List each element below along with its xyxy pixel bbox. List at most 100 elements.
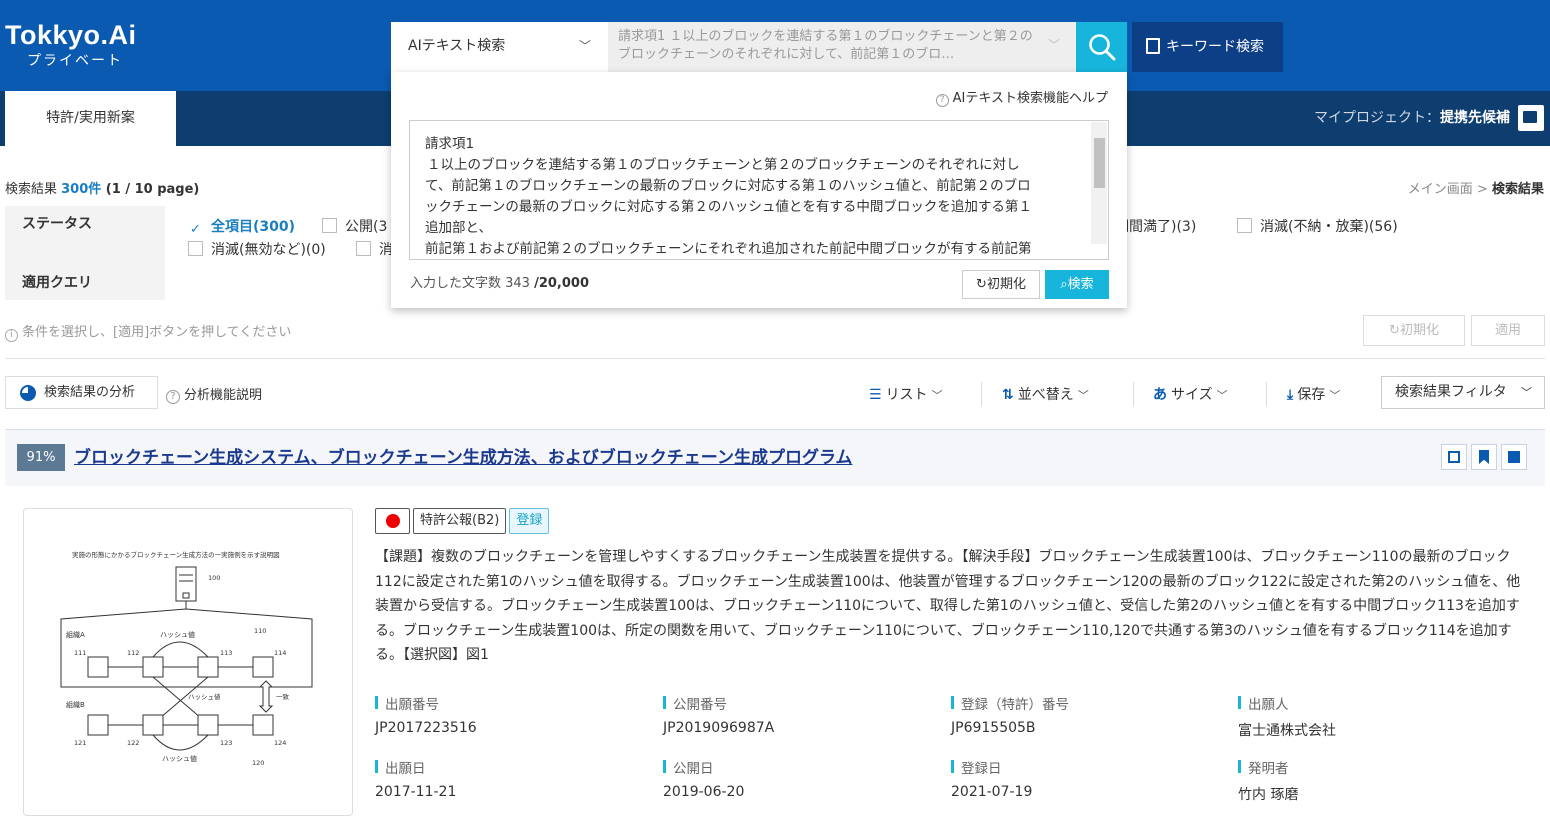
sort-icon: ⇅ — [1002, 387, 1014, 403]
list-view-dropdown[interactable]: ☰ リスト ﹀ — [869, 384, 943, 404]
checkbox-icon — [322, 218, 337, 233]
status-option-other[interactable]: 消 — [356, 239, 393, 259]
search-icon — [1089, 34, 1116, 61]
checkbox-icon — [188, 241, 203, 256]
meta-label: 発明者 — [1238, 757, 1298, 777]
result-label: 検索結果 — [5, 182, 62, 197]
result-filter-dropdown[interactable]: 検索結果フィルタ ﹀ — [1381, 376, 1545, 409]
patent-figure-thumbnail[interactable]: 実施の形態にかかるブロックチェーン生成方法の一実施例を示す説明図 100 組織A… — [23, 508, 353, 816]
status-filter-label: ステータス — [5, 206, 165, 266]
textarea-line: 追加部と、 — [425, 220, 492, 236]
pie-chart-icon — [20, 385, 36, 401]
chevron-down-icon: ﹀ — [1216, 389, 1228, 402]
meta-registration-date: 登録日 2021-07-19 — [951, 757, 1032, 800]
meta-value: JP6915505B — [951, 720, 1036, 736]
search-box: AIテキスト検索 ﹀ 請求項1 １以上のブロックを連結する第１のブロックチェーン… — [391, 22, 1127, 72]
chevron-down-icon: ﹀ — [578, 39, 591, 53]
ai-text-search-popup: ? AIテキスト検索機能ヘルプ 請求項1 １以上のブロックを連結する第１のブロック… — [391, 72, 1127, 308]
meta-label: 出願日 — [375, 757, 456, 777]
folder-icon[interactable] — [1518, 105, 1544, 131]
hash-bottom-label: ハッシュ値 — [162, 754, 197, 763]
memo-icon[interactable] — [1501, 444, 1527, 470]
filter-apply-button[interactable]: 適用 — [1471, 315, 1545, 346]
query-filter-label: 適用クエリ — [5, 266, 165, 300]
label-100: 100 — [208, 574, 220, 582]
popup-search-label: 検索 — [1067, 277, 1094, 292]
chevron-down-icon: ﹀ — [1521, 386, 1532, 399]
analysis-help-link[interactable]: ? 分析機能説明 — [166, 384, 262, 404]
filter-reset-button[interactable]: ↻初期化 — [1363, 315, 1465, 346]
keyword-search-button[interactable]: キーワード検索 — [1132, 22, 1283, 72]
save-label: 保存 — [1297, 387, 1326, 403]
download-icon: ⤓ — [1287, 387, 1294, 403]
meta-publication-date: 公開日 2019-06-20 — [663, 757, 744, 800]
logo[interactable]: Tokkyo.Ai プライベート — [5, 20, 137, 70]
bookmark-icon[interactable] — [1471, 444, 1497, 470]
analysis-button[interactable]: 検索結果の分析 — [5, 376, 158, 409]
result-title-link[interactable]: ブロックチェーン生成システム、ブロックチェーン生成方法、およびブロックチェーン生… — [74, 443, 852, 468]
keyword-search-label: キーワード検索 — [1166, 39, 1264, 55]
ai-search-help-label: AIテキスト検索機能ヘルプ — [952, 91, 1108, 106]
label-113: 113 — [220, 649, 232, 657]
share-icon[interactable] — [1441, 444, 1467, 470]
meta-label: 登録（特許）番号 — [951, 693, 1069, 713]
meta-label: 出願人 — [1238, 693, 1336, 713]
checkbox-icon — [1237, 218, 1252, 233]
label-110: 110 — [254, 627, 266, 635]
divider — [5, 358, 1545, 359]
status-badge: 登録 — [509, 508, 550, 534]
textarea-scrollbar[interactable] — [1091, 122, 1107, 244]
ai-search-textarea[interactable]: 請求項1 １以上のブロックを連結する第１のブロックチェーンと第２のブロックチェー… — [409, 120, 1109, 260]
hash-mid-label: ハッシュ値 — [188, 692, 221, 701]
chevron-down-icon: ﹀ — [1329, 389, 1341, 402]
meta-value: 竹内 琢磨 — [1238, 787, 1299, 803]
search-button[interactable] — [1076, 22, 1127, 72]
status-option-label: 消滅(無効など)(0) — [211, 242, 326, 258]
save-dropdown[interactable]: ⤓ 保存 ﹀ — [1287, 384, 1340, 404]
search-query-text: 請求項1 １以上のブロックを連結する第１のブロックチェーンと第２のブロックチェー… — [618, 29, 1033, 62]
help-icon: ? — [935, 94, 949, 107]
size-dropdown[interactable]: あサイズ ﹀ — [1153, 384, 1228, 404]
status-option-all[interactable]: ✓ 全項目(300) — [188, 216, 295, 237]
label-121: 121 — [74, 739, 86, 747]
status-option-public[interactable]: 公開(3 — [322, 216, 387, 236]
popup-search-button[interactable]: ⌕検索 — [1045, 270, 1109, 299]
chevron-down-icon: ﹀ — [1077, 389, 1089, 402]
result-page: (1 / 10 page) — [101, 182, 200, 197]
label-111: 111 — [74, 649, 86, 657]
label-122: 122 — [127, 739, 139, 747]
meta-value: 2021-07-19 — [951, 784, 1033, 800]
document-search-icon — [1146, 38, 1160, 54]
meta-value: 2019-06-20 — [663, 784, 745, 800]
sort-dropdown[interactable]: ⇅ 並べ替え ﹀ — [1002, 384, 1089, 404]
search-query-field[interactable]: 請求項1 １以上のブロックを連結する第１のブロックチェーンと第２のブロックチェー… — [608, 22, 1076, 72]
org-b-label: 組織B — [66, 700, 85, 709]
label-112: 112 — [127, 649, 139, 657]
analysis-label: 検索結果の分析 — [44, 385, 136, 400]
status-option-expired[interactable]: 期間満了)(3) — [1115, 216, 1196, 236]
breadcrumb-home[interactable]: メイン画面 — [1408, 182, 1473, 197]
popup-reset-button[interactable]: ↻初期化 — [962, 270, 1040, 299]
help-icon: ? — [166, 390, 180, 404]
meta-label: 公開番号 — [663, 693, 774, 713]
list-label: リスト — [885, 387, 928, 403]
breadcrumb-sep: > — [1472, 182, 1492, 197]
document-tags: 特許公報(B2) 登録 — [375, 508, 552, 534]
result-filter-label: 検索結果フィルタ — [1395, 384, 1507, 400]
ai-search-help-link[interactable]: ? AIテキスト検索機能ヘルプ — [935, 87, 1108, 107]
search-type-select[interactable]: AIテキスト検索 ﹀ — [391, 22, 607, 72]
tab-patent[interactable]: 特許/実用新案 — [5, 91, 176, 146]
blockchain-diagram: 実施の形態にかかるブロックチェーン生成方法の一実施例を示す説明図 100 組織A… — [60, 550, 313, 767]
my-project-value: 提携先候補 — [1440, 110, 1510, 126]
meta-label: 登録日 — [951, 757, 1032, 777]
status-option-invalid[interactable]: 消滅(無効など)(0) — [188, 239, 326, 259]
checkbox-checked-icon: ✓ — [188, 222, 203, 237]
status-option-lapsed[interactable]: 消滅(不納・放棄)(56) — [1237, 216, 1398, 236]
textarea-line: ックチェーンの最新のブロックに対応する第２のハッシュ値とを有する中間ブロックを追… — [425, 199, 1032, 215]
label-114: 114 — [274, 649, 286, 657]
my-project[interactable]: マイプロジェクト：提携先候補 — [1314, 91, 1510, 146]
meta-value: JP2019096987A — [663, 720, 775, 736]
meta-application-date: 出願日 2017-11-21 — [375, 757, 456, 800]
meta-application-number: 出願番号 JP2017223516 — [375, 693, 477, 736]
logo-sub: プライベート — [27, 53, 123, 69]
